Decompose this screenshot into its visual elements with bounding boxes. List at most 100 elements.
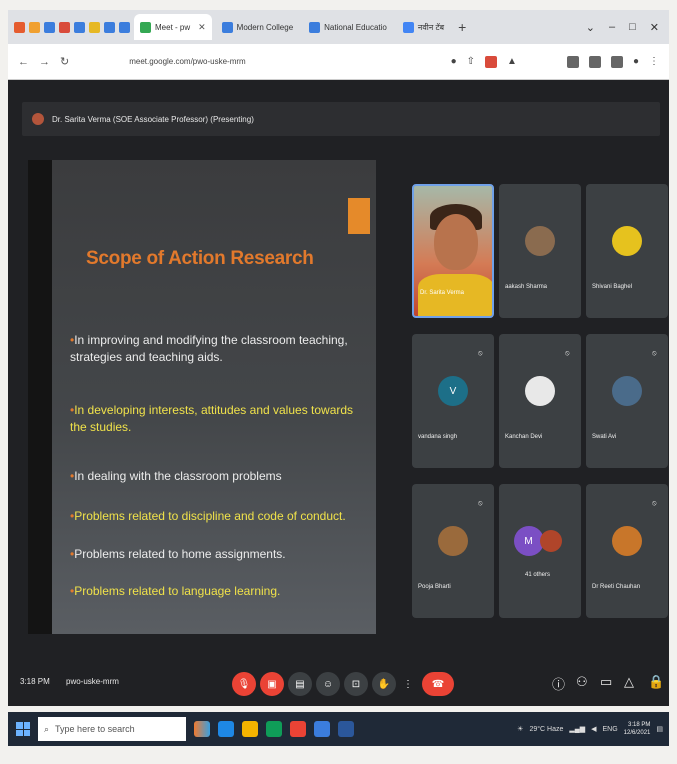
camera-icon[interactable]: ● (451, 56, 457, 67)
weather-text[interactable]: 29°C Haze (529, 726, 563, 733)
reload-icon[interactable]: ↻ (60, 55, 69, 68)
page-icon (221, 21, 233, 33)
activities-icon[interactable]: △ (624, 674, 634, 690)
network-icon[interactable]: ▂▄▆ (569, 725, 585, 733)
extension-icon[interactable] (485, 55, 498, 68)
system-tray: ☀ 29°C Haze ▂▄▆ ◀ ENG 3:18 PM 12/6/2021 … (517, 721, 669, 737)
avatar (438, 526, 468, 556)
mic-off-icon: ⦸ (652, 350, 657, 357)
slide-bullet: •In dealing with the classroom problems (70, 469, 282, 483)
store-icon[interactable] (266, 721, 282, 737)
captions-button[interactable]: ▤ (288, 672, 312, 696)
participant-tile[interactable]: ⦸ Kanchan Devi (499, 334, 581, 468)
address-bar-actions: ● ⇧ ▲ ● ⋮ (451, 55, 659, 68)
avatar: M (513, 526, 544, 556)
tab-meet[interactable]: Meet - pw ✕ (134, 14, 212, 40)
taskbar-search[interactable]: ⌕ Type here to search (38, 717, 186, 741)
info-icon[interactable]: ⓘ (552, 674, 565, 693)
participant-tile[interactable]: ⦸ Pooja Bharti (412, 484, 494, 618)
mic-off-icon: ⦸ (478, 350, 483, 357)
windows-start-icon[interactable] (16, 722, 30, 736)
new-tab-button[interactable]: + (458, 19, 466, 35)
windows-taskbar: ⌕ Type here to search ☀ 29°C Haze ▂▄▆ ◀ … (8, 712, 669, 746)
tab-new[interactable]: नवीन टॅब (397, 14, 450, 40)
alert-icon[interactable]: ▲ (507, 56, 517, 67)
slide-bullet: •In developing interests, attitudes and … (70, 403, 354, 434)
emoji-button[interactable]: ☺ (316, 672, 340, 696)
extension-icon[interactable] (610, 55, 623, 68)
language-indicator[interactable]: ENG (603, 726, 618, 733)
people-icon[interactable]: ⚇ (576, 674, 588, 690)
ext-icon[interactable] (119, 21, 130, 33)
participant-tile-others[interactable]: M 41 others (499, 484, 581, 618)
tab-national-education[interactable]: National Educatio (303, 14, 393, 40)
ext-icon[interactable] (44, 21, 55, 33)
participant-name: Shivani Baghel (592, 284, 633, 290)
meeting-time: 3:18 PM (20, 677, 50, 686)
edge-icon[interactable] (218, 721, 234, 737)
slide-bullet: •Problems related to home assignments. (70, 547, 286, 561)
participant-tile[interactable]: Shivani Baghel (586, 184, 668, 318)
participant-tile[interactable]: ⦸ Swati Avi (586, 334, 668, 468)
close-window-icon[interactable]: ✕ (650, 21, 659, 34)
clock[interactable]: 3:18 PM 12/6/2021 (624, 721, 651, 737)
tab-modern-college[interactable]: Modern College (216, 14, 299, 40)
chat-icon[interactable]: ▭ (600, 674, 612, 690)
maximize-icon[interactable]: □ (629, 21, 636, 34)
ext-icon[interactable] (74, 21, 85, 33)
participant-name: Pooja Bharti (418, 584, 451, 590)
slide-title: Scope of Action Research (86, 248, 314, 269)
participant-tile[interactable]: aakash Sharma (499, 184, 581, 318)
participant-tile-self[interactable]: Dr. Sarita Verma (412, 184, 494, 318)
present-button[interactable]: ⊡ (344, 672, 368, 696)
participant-tile[interactable]: ⦸ Dr Reeti Chauhan (586, 484, 668, 618)
ext-icon[interactable] (104, 21, 115, 33)
explorer-icon[interactable] (242, 721, 258, 737)
slide-bullet: •Problems related to language learning. (70, 584, 281, 598)
leave-call-button[interactable]: ☎ (422, 672, 454, 696)
notification-icon[interactable]: ▤ (656, 725, 663, 733)
weather-icon[interactable]: ☀ (517, 725, 523, 733)
avatar (612, 526, 642, 556)
app-icon[interactable] (194, 721, 210, 737)
participant-name: Dr. Sarita Verma (420, 290, 465, 296)
extension-icon[interactable] (588, 55, 601, 68)
more-options-button[interactable]: ⋮ (396, 672, 420, 696)
participant-tile[interactable]: ⦸ V vandana singh (412, 334, 494, 468)
video-feed (418, 274, 492, 316)
forward-icon[interactable]: → (39, 56, 50, 68)
menu-icon[interactable]: ⋮ (649, 56, 659, 67)
raise-hand-button[interactable]: ✋ (372, 672, 396, 696)
ext-icon[interactable] (89, 21, 100, 33)
slide-bullet: •Problems related to discipline and code… (70, 509, 346, 523)
profile-icon[interactable]: ● (633, 56, 639, 67)
chevron-down-icon[interactable]: ⌄ (586, 21, 595, 34)
search-icon: ⌕ (44, 723, 50, 734)
back-icon[interactable]: ← (18, 56, 29, 68)
google-icon (402, 21, 414, 33)
presenter-label: Dr. Sarita Verma (SOE Associate Professo… (52, 114, 254, 124)
url-field[interactable]: meet.google.com/pwo-uske-mrm (129, 57, 245, 66)
extension-icon[interactable] (566, 55, 579, 68)
volume-icon[interactable]: ◀ (591, 725, 596, 733)
presenter-bar: Dr. Sarita Verma (SOE Associate Professo… (22, 102, 660, 136)
app-icon[interactable] (314, 721, 330, 737)
mic-off-button[interactable]: 🎙 (232, 672, 256, 696)
slide-bullet: •In improving and modifying the classroo… (70, 333, 348, 364)
slide-margin (28, 160, 52, 634)
close-icon[interactable]: ✕ (198, 22, 206, 33)
ext-icon[interactable] (29, 21, 40, 33)
avatar (540, 530, 563, 552)
mic-off-icon: ⦸ (652, 500, 657, 507)
minimize-icon[interactable]: – (609, 21, 615, 34)
camera-off-button[interactable]: ▣ (260, 672, 284, 696)
participant-name: 41 others (525, 572, 551, 578)
word-icon[interactable] (338, 721, 354, 737)
avatar (612, 226, 642, 256)
lock-icon[interactable]: 🔒 (648, 674, 664, 690)
chrome-icon[interactable] (290, 721, 306, 737)
ext-icon[interactable] (14, 21, 25, 33)
avatar: V (438, 376, 468, 406)
share-icon[interactable]: ⇧ (467, 56, 475, 67)
ext-icon[interactable] (59, 21, 70, 33)
